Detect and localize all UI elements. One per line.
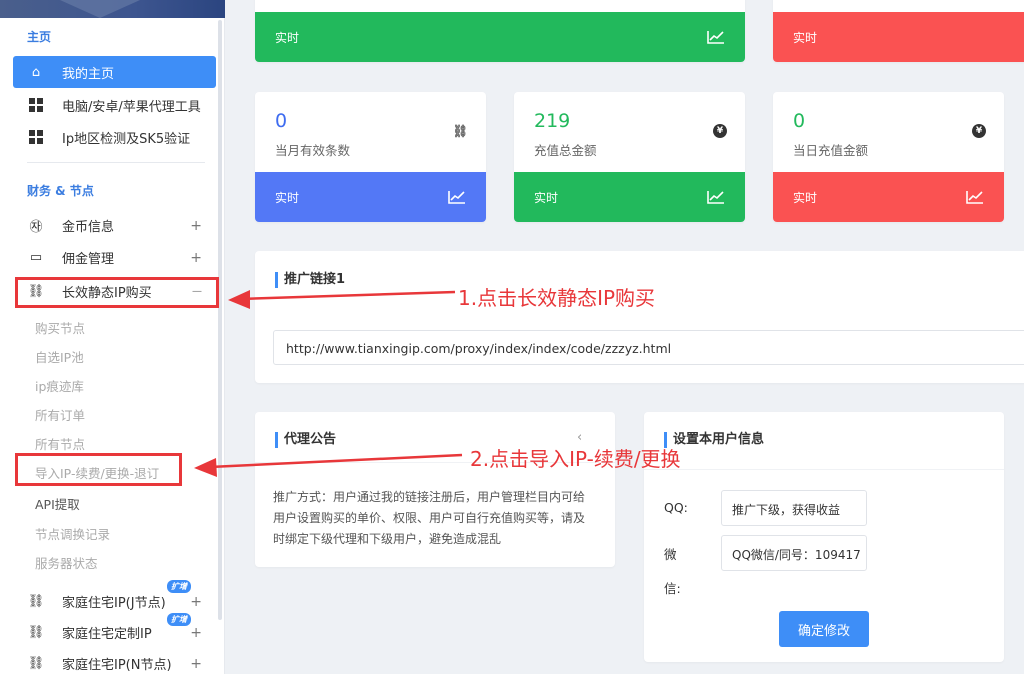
expand-icon[interactable]: +	[190, 625, 202, 641]
annotation-box-step1	[15, 277, 219, 308]
sidebar-scrollbar[interactable]	[218, 20, 222, 620]
stat-value: 0	[793, 110, 806, 132]
expand-icon[interactable]: +	[190, 594, 202, 610]
sidebar-item-commission[interactable]: ▭ 佣金管理 +	[13, 241, 216, 273]
new-badge: 扩增	[167, 580, 191, 593]
expand-icon[interactable]: +	[190, 250, 202, 266]
sidebar-divider	[27, 162, 205, 163]
qq-label: QQ:	[664, 500, 688, 515]
realtime-label: 实时	[275, 190, 300, 205]
realtime-label: 实时	[793, 30, 818, 45]
stat-value: 219	[534, 110, 571, 132]
sidebar-item-label: 佣金管理	[62, 251, 115, 267]
stat-card-monthly-valid: 0 当月有效条数 ⛓ 实时	[255, 92, 486, 222]
grid-icon	[28, 97, 44, 113]
yen-icon: ¥	[972, 124, 986, 138]
card-icon: ▭	[29, 249, 43, 265]
divider	[644, 469, 1004, 470]
sidebar-item-label: 我的主页	[62, 66, 115, 82]
notice-text: 推广方式：用户通过我的链接注册后，用户管理栏目内可给用户设置购买的单价、权限、用…	[273, 490, 586, 546]
submit-button[interactable]: 确定修改	[779, 611, 869, 647]
sidebar-subitem-ip-trace[interactable]: ip痕迹库	[35, 376, 84, 395]
sidebar-section-finance: 财务 & 节点	[27, 184, 94, 198]
stat-value: 0	[275, 110, 288, 132]
panel-title: 代理公告	[275, 432, 336, 448]
sidebar-subitem-orders[interactable]: 所有订单	[35, 405, 85, 424]
stat-footer[interactable]: 实时	[773, 12, 1024, 62]
sidebar-subitem-node-swap[interactable]: 节点调换记录	[35, 524, 110, 543]
sidebar-subitem-api[interactable]: API提取	[35, 494, 80, 513]
stat-footer[interactable]: 实时	[773, 172, 1004, 222]
home-icon: ⌂	[31, 64, 41, 80]
stat-footer[interactable]: 实时	[514, 172, 745, 222]
sidebar-subitem-server-status[interactable]: 服务器状态	[35, 553, 98, 572]
annotation-box-step2	[15, 453, 182, 486]
annotation-text-step1: 1.点击长效静态IP购买	[458, 286, 656, 310]
realtime-label: 实时	[534, 190, 559, 205]
sidebar-item-label: 家庭住宅IP(N节点)	[62, 657, 172, 673]
sidebar-item-coin[interactable]: ㉶ 金币信息 +	[13, 209, 216, 241]
qq-field[interactable]: 推广下级，获得收益	[721, 490, 867, 526]
network-icon: ⛓	[27, 655, 45, 671]
realtime-label: 实时	[793, 190, 818, 205]
wechat-label: 信:	[664, 581, 681, 596]
coin-icon: ㉶	[29, 219, 43, 235]
sidebar-banner	[0, 0, 225, 18]
stat-card-top-right: 实时	[773, 0, 1024, 62]
sidebar-item-label: 家庭住宅IP(J节点)	[62, 595, 166, 611]
network-icon: ⛓	[27, 593, 45, 609]
sidebar-item-home[interactable]: ⌂ 我的主页	[13, 56, 216, 88]
new-badge: 扩增	[167, 613, 191, 626]
sidebar-item-tools[interactable]: 电脑/安卓/苹果代理工具	[13, 89, 216, 121]
notice-panel: 代理公告 ‹ 推广方式：用户通过我的链接注册后，用户管理栏目内可给用户设置购买的…	[255, 412, 615, 567]
realtime-label: 实时	[275, 30, 300, 45]
sidebar-section-home: 主页	[27, 30, 52, 44]
stat-card-daily-recharge: 0 当日充值金额 ¥ 实时	[773, 92, 1004, 222]
stat-card-top-left: 实时	[255, 0, 745, 62]
stat-label: 充值总金额	[534, 143, 597, 158]
sidebar-item-home-ip-n[interactable]: ⛓ 家庭住宅IP(N节点) +	[13, 647, 216, 674]
sidebar-item-label: Ip地区检测及SK5验证	[62, 131, 191, 147]
stat-card-total-recharge: 219 充值总金额 ¥ 实时	[514, 92, 745, 222]
stat-footer[interactable]: 实时	[255, 172, 486, 222]
stat-label: 当日充值金额	[793, 143, 869, 158]
annotation-text-step2: 2.点击导入IP-续费/更换	[470, 447, 681, 471]
user-info-panel: 设置本用户信息 QQ: 推广下级，获得收益 微 信: QQ微信/同号：10941…	[644, 412, 1004, 662]
stat-label: 当月有效条数	[275, 143, 351, 158]
chart-icon	[707, 191, 724, 204]
chart-icon	[707, 31, 724, 44]
network-icon: ⛓	[452, 124, 468, 138]
chart-icon	[966, 191, 983, 204]
grid-icon	[28, 129, 44, 145]
sidebar-subitem-ip-pool[interactable]: 自选IP池	[35, 347, 84, 366]
sidebar-item-label: 家庭住宅定制IP	[62, 626, 152, 642]
arrow-head-step1	[228, 290, 250, 309]
stat-footer[interactable]: 实时	[255, 12, 745, 62]
wechat-field[interactable]: QQ微信/同号：109417	[721, 535, 867, 571]
sidebar-item-label: 电脑/安卓/苹果代理工具	[62, 99, 201, 115]
expand-icon[interactable]: +	[190, 656, 202, 672]
chart-icon	[448, 191, 465, 204]
sidebar-item-ipcheck[interactable]: Ip地区检测及SK5验证	[13, 121, 216, 153]
sidebar-item-label: 金币信息	[62, 219, 115, 235]
sidebar-subitem-buy-node[interactable]: 购买节点	[35, 318, 85, 337]
expand-icon[interactable]: +	[190, 218, 202, 234]
panel-title: 推广链接1	[275, 272, 345, 288]
network-icon: ⛓	[27, 624, 45, 640]
sidebar: 主页 ⌂ 我的主页 电脑/安卓/苹果代理工具 Ip地区检测及SK5验证 财务 &…	[0, 0, 225, 674]
promo-link-field[interactable]: http://www.tianxingip.com/proxy/index/in…	[273, 330, 1024, 365]
sidebar-subitem-nodes[interactable]: 所有节点	[35, 434, 85, 453]
yen-icon: ¥	[713, 124, 727, 138]
wechat-label: 微	[664, 547, 677, 562]
promo-panel: 推广链接1 http://www.tianxingip.com/proxy/in…	[255, 251, 1024, 383]
